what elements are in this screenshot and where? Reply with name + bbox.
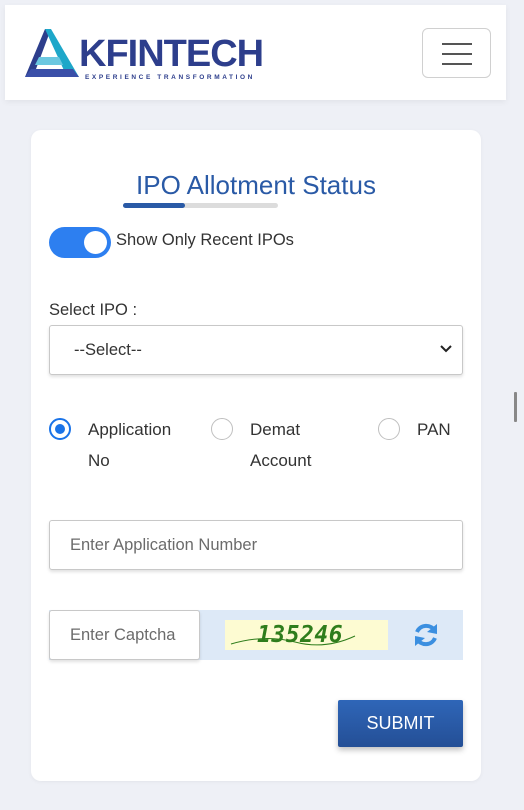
title-underline <box>123 203 278 208</box>
site-header: KFINTECH EXPERIENCE TRANSFORMATION <box>5 5 506 100</box>
radio-demat-account-label[interactable]: Demat Account <box>250 414 311 476</box>
refresh-icon[interactable] <box>411 620 441 650</box>
captcha-row: 135246 <box>49 610 463 660</box>
radio-pan-label[interactable]: PAN <box>417 414 451 445</box>
radio-application-no[interactable] <box>49 418 71 440</box>
kfintech-logo-mark-icon <box>25 29 79 77</box>
radio-demat-account[interactable] <box>211 418 233 440</box>
page-title: IPO Allotment Status <box>136 170 376 200</box>
kfintech-logo[interactable]: KFINTECH EXPERIENCE TRANSFORMATION <box>21 27 281 87</box>
ipo-select[interactable]: --Select-- <box>49 325 463 375</box>
menu-button[interactable] <box>422 28 491 78</box>
brand-name: KFINTECH <box>79 33 264 75</box>
captcha-image: 135246 <box>225 620 388 650</box>
ipo-status-card: IPO Allotment Status Show Only Recent IP… <box>31 130 481 781</box>
recent-ipos-toggle-label: Show Only Recent IPOs <box>116 231 294 249</box>
captcha-input[interactable] <box>49 610 200 660</box>
select-ipo-label: Select IPO : <box>49 301 138 319</box>
scrollbar-handle[interactable] <box>514 392 517 422</box>
application-number-input[interactable] <box>49 520 463 570</box>
brand-tagline: EXPERIENCE TRANSFORMATION <box>85 74 255 81</box>
submit-button[interactable]: SUBMIT <box>338 700 463 747</box>
captcha-code: 135246 <box>257 622 344 648</box>
chevron-down-icon <box>440 345 452 353</box>
recent-ipos-toggle[interactable] <box>49 227 111 258</box>
ipo-select-value: --Select-- <box>74 341 142 359</box>
radio-application-no-label[interactable]: Application No <box>88 414 171 476</box>
radio-pan[interactable] <box>378 418 400 440</box>
